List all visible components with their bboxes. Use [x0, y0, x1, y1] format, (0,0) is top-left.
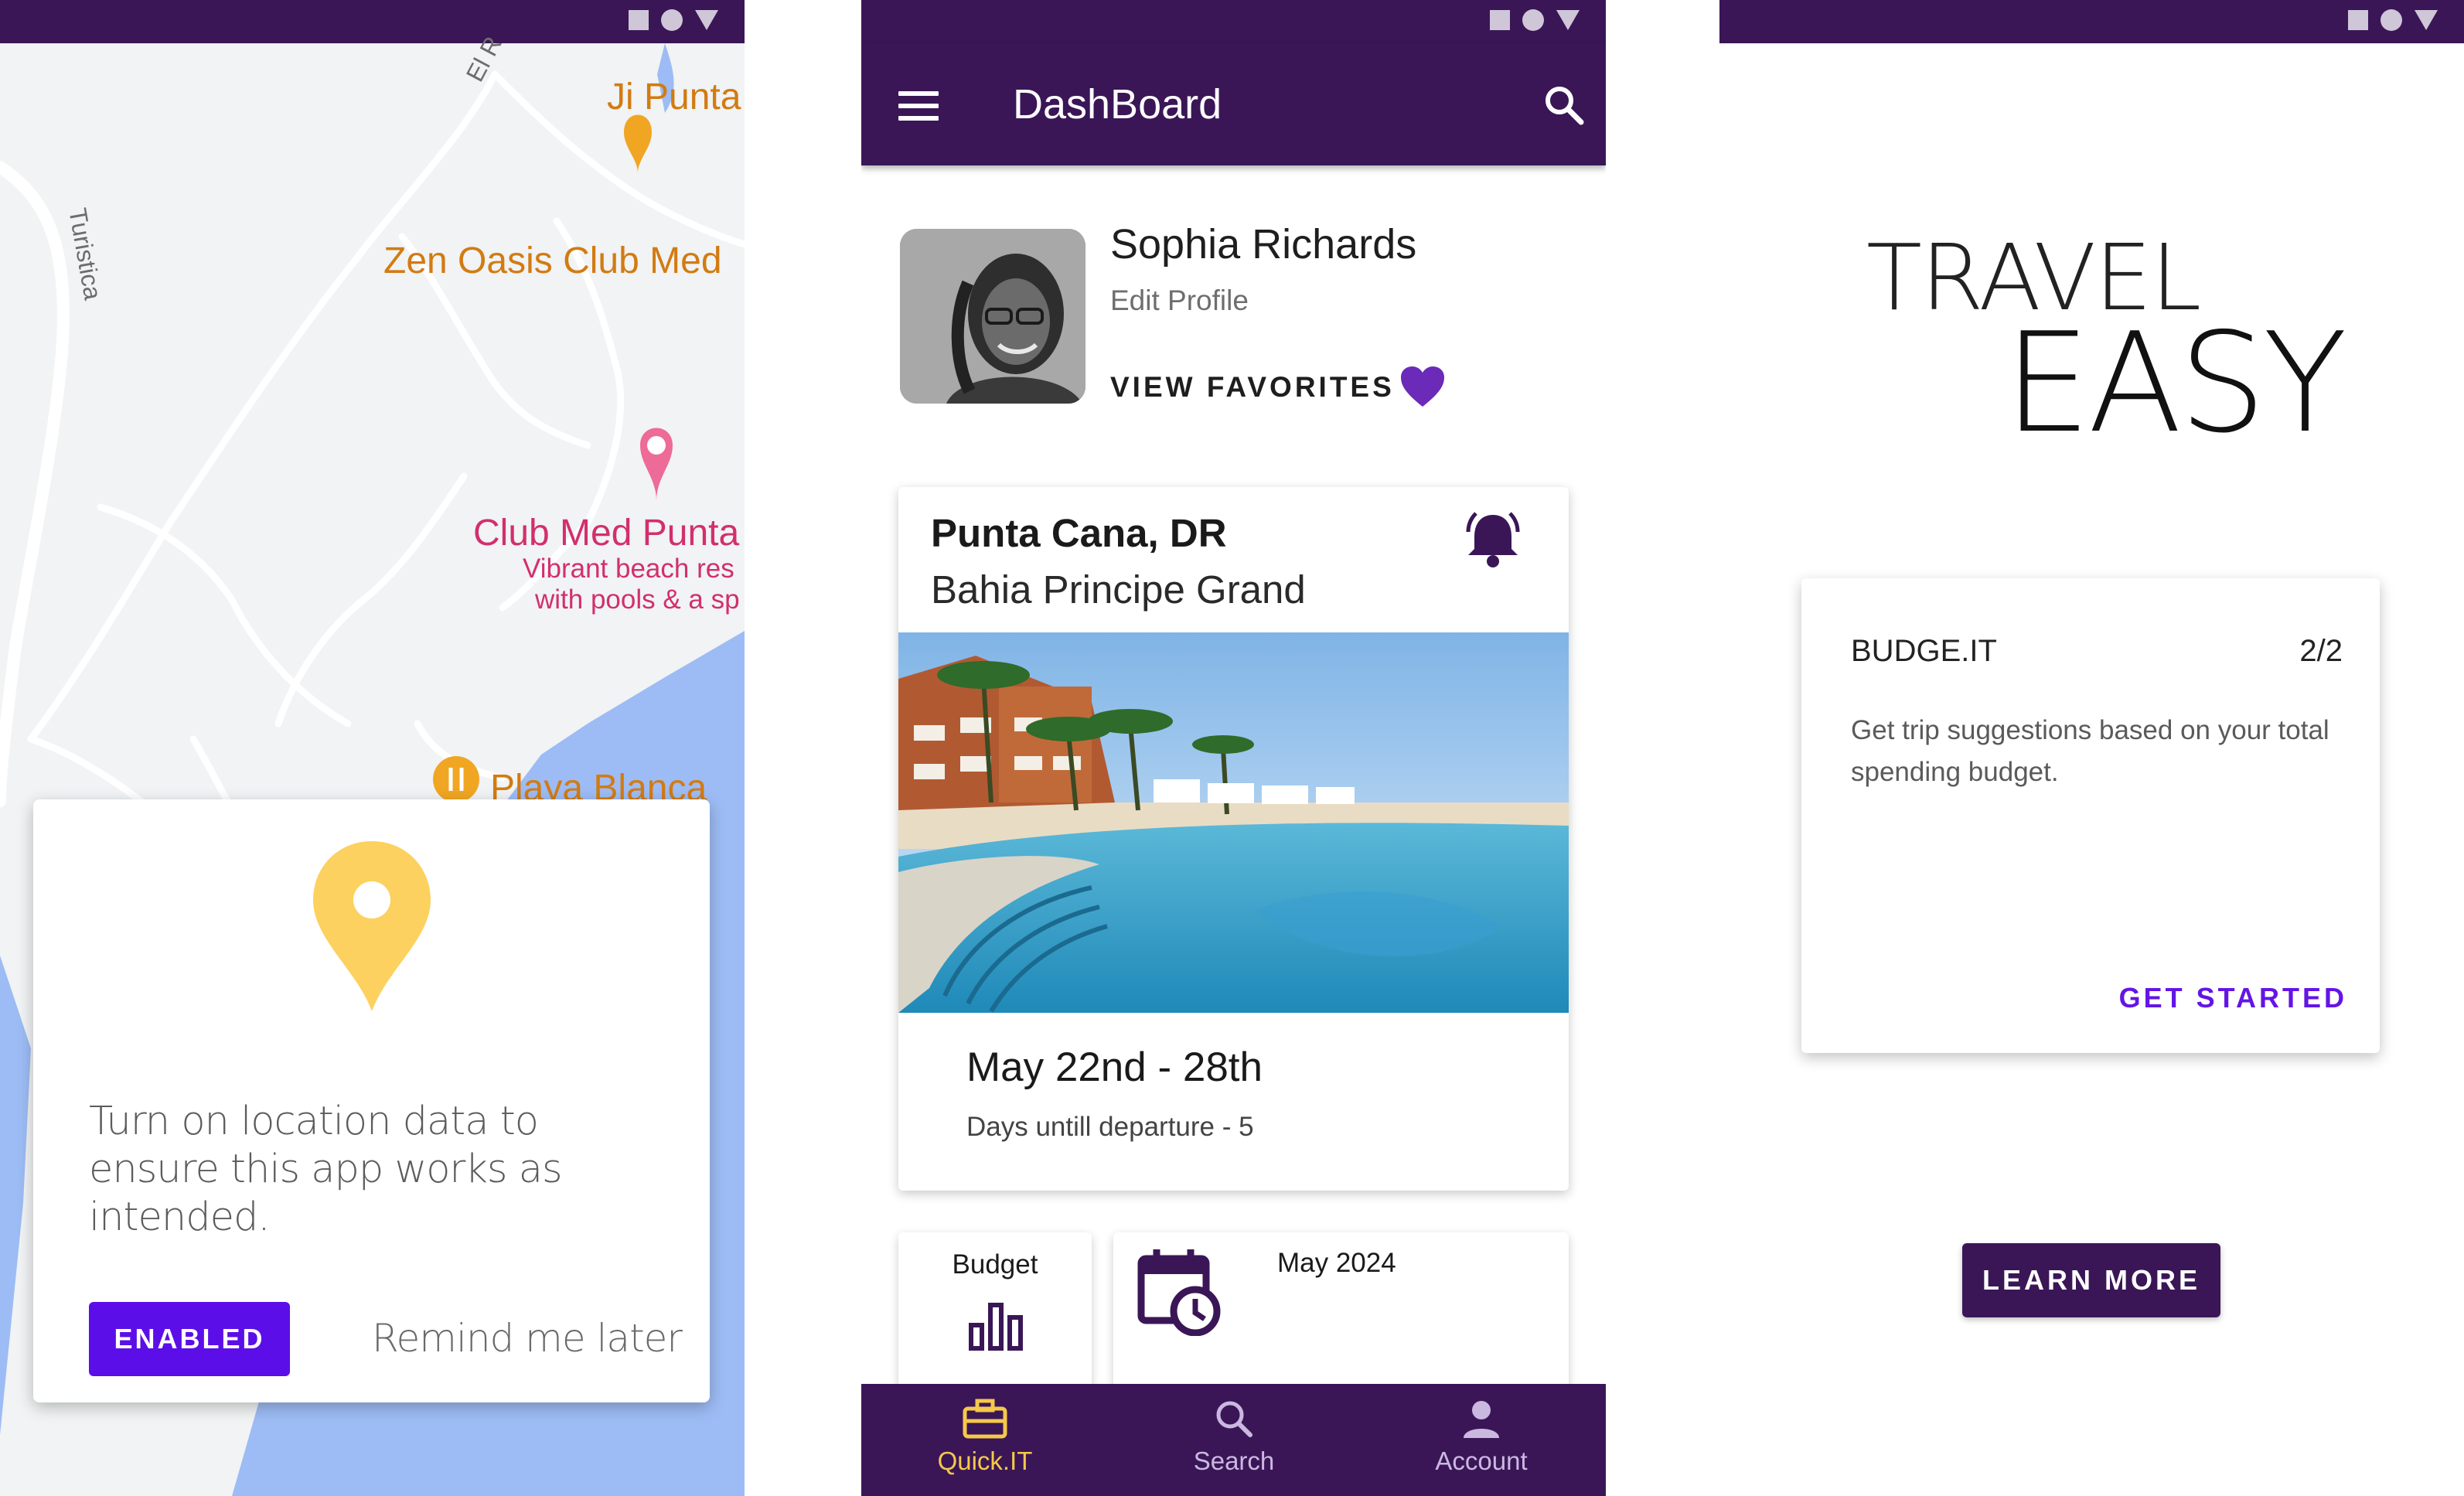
user-name: Sophia Richards — [1110, 221, 1417, 268]
trip-location: Punta Cana, DR — [931, 511, 1227, 555]
back-icon — [1556, 10, 1580, 30]
home-icon — [661, 9, 683, 31]
home-icon — [1522, 9, 1544, 31]
bottom-navigation: Quick.IT Search Account — [861, 1384, 1606, 1496]
location-pin-icon — [313, 841, 431, 1011]
nav-item-quick-it[interactable]: Quick.IT — [892, 1398, 1078, 1476]
app-bar: DashBoard — [861, 43, 1606, 165]
poi-club-med-punta[interactable]: Club Med Punta — [473, 512, 739, 554]
hotel-photo — [898, 632, 1569, 1013]
bar-chart-icon — [969, 1303, 1023, 1351]
nav-item-account[interactable]: Account — [1389, 1398, 1574, 1476]
location-message: Turn on location data to ensure this app… — [89, 1099, 563, 1240]
restaurant-pin-icon — [433, 756, 479, 803]
recent-apps-icon — [1490, 10, 1510, 30]
page-title: DashBoard — [1013, 81, 1222, 128]
calendar-clock-icon — [1137, 1249, 1221, 1336]
recent-apps-icon — [629, 10, 649, 30]
menu-icon[interactable] — [898, 91, 939, 122]
status-icons — [629, 9, 718, 31]
map-screen: El R Turistica Ji Punta Zen Oasis Club M… — [0, 0, 745, 1496]
remind-later-link[interactable]: Remind me later — [372, 1316, 683, 1361]
poi-zen-oasis[interactable]: Zen Oasis Club Med — [383, 240, 722, 282]
dashboard-screen: DashBoard Sophia Richards Edit Profile V… — [861, 0, 1606, 1496]
enabled-button[interactable]: ENABLED — [89, 1302, 290, 1376]
nav-label-search: Search — [1193, 1447, 1275, 1475]
status-icons — [1490, 9, 1580, 31]
avatar[interactable] — [900, 229, 1085, 404]
feature-description: Get trip suggestions based on your total… — [1851, 715, 2329, 787]
poi-club-med-desc-1: Vibrant beach res — [523, 554, 734, 584]
onboarding-screen: TRAVEL EASY BUDGE.IT 2/2 Get trip sugges… — [1719, 0, 2464, 1496]
back-icon — [695, 10, 718, 30]
status-bar — [0, 0, 745, 43]
edit-profile-link[interactable]: Edit Profile — [1110, 285, 1249, 317]
nav-label-quick-it: Quick.IT — [937, 1447, 1033, 1475]
nav-item-search[interactable]: Search — [1141, 1398, 1327, 1476]
bell-icon[interactable] — [1462, 510, 1524, 569]
trip-card[interactable]: Punta Cana, DR Bahia Principe Grand May … — [898, 487, 1569, 1191]
app-screenshots: El R Turistica Ji Punta Zen Oasis Club M… — [0, 0, 2464, 1496]
poi-ji-punta[interactable]: Ji Punta — [607, 76, 741, 118]
heart-icon[interactable] — [1399, 365, 1446, 408]
search-icon — [1216, 1401, 1252, 1437]
trip-hotel: Bahia Principe Grand — [931, 567, 1306, 612]
status-icons — [2348, 9, 2438, 31]
briefcase-icon — [963, 1399, 1007, 1439]
budget-label: Budget — [952, 1249, 1038, 1280]
home-icon — [2381, 9, 2402, 31]
get-started-button[interactable]: GET STARTED — [2119, 982, 2347, 1014]
brand-wordmark-easy: EASY — [2004, 303, 2347, 463]
status-bar — [861, 0, 1606, 43]
learn-more-button[interactable]: LEARN MORE — [1962, 1243, 2220, 1317]
feature-counter: 2/2 — [2299, 634, 2343, 668]
days-until-departure: Days untill departure - 5 — [966, 1112, 1254, 1142]
recent-apps-icon — [2348, 10, 2368, 30]
calendar-month: May 2024 — [1277, 1248, 1396, 1278]
feature-title: BUDGE.IT — [1851, 634, 1997, 668]
poi-club-med-desc-2: with pools & a sp — [535, 584, 740, 615]
view-favorites-link[interactable]: VIEW FAVORITES — [1110, 371, 1395, 404]
status-bar — [1719, 0, 2464, 43]
feature-card: BUDGE.IT 2/2 Get trip suggestions based … — [1801, 578, 2380, 1053]
trip-dates: May 22nd - 28th — [966, 1044, 1263, 1090]
location-permission-card: Turn on location data to ensure this app… — [33, 799, 710, 1402]
nav-label-account: Account — [1435, 1447, 1528, 1475]
search-icon[interactable] — [1542, 83, 1586, 127]
back-icon — [2415, 10, 2438, 30]
person-icon — [1464, 1401, 1499, 1438]
